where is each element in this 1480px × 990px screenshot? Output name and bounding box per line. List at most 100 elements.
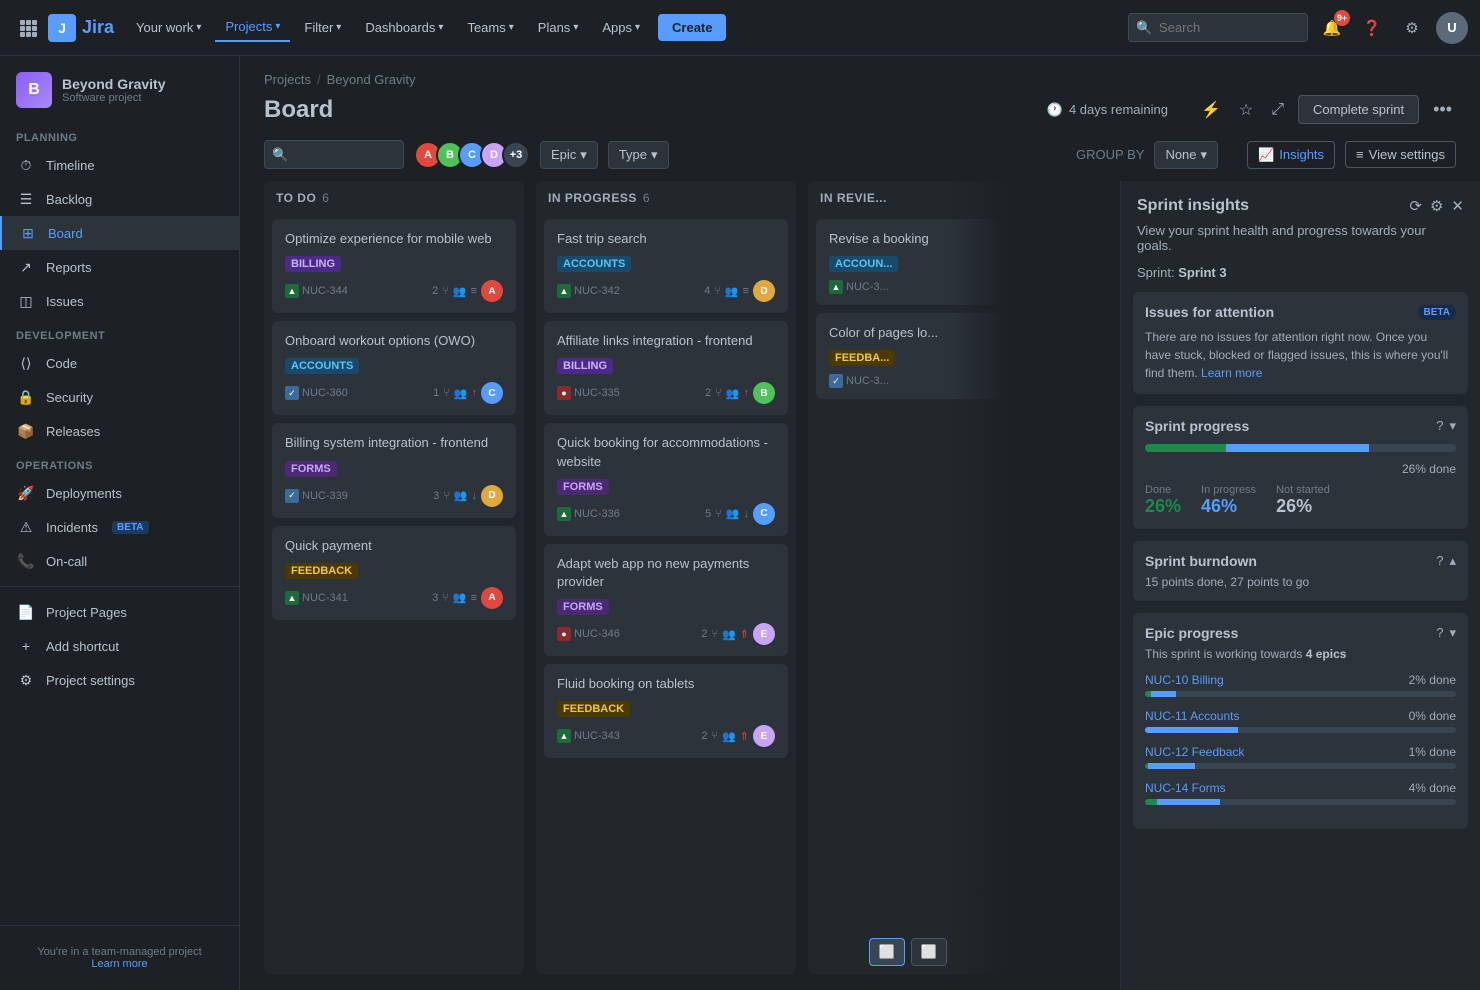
- card-title: Fast trip search: [557, 230, 775, 248]
- page-btn-1[interactable]: ⬜: [869, 938, 905, 966]
- star-button[interactable]: ☆: [1235, 96, 1257, 124]
- card-revise-booking[interactable]: Revise a booking ACCOUN... ▲ NUC-3...: [816, 219, 1000, 305]
- refresh-icon[interactable]: ⟳: [1409, 197, 1422, 215]
- nav-dashboards-label: Dashboards: [365, 20, 435, 35]
- card-nuc344[interactable]: Optimize experience for mobile web BILLI…: [272, 219, 516, 313]
- card-nuc346[interactable]: Adapt web app no new payments provider F…: [544, 544, 788, 656]
- card-title: Optimize experience for mobile web: [285, 230, 503, 248]
- search-input[interactable]: [1128, 13, 1308, 42]
- sidebar-item-releases[interactable]: 📦 Releases: [0, 414, 239, 448]
- card-nuc335[interactable]: Affiliate links integration - frontend B…: [544, 321, 788, 415]
- help-icon: ❓: [1363, 19, 1382, 37]
- epic-item-accounts: NUC-11 Accounts 0% done: [1145, 709, 1456, 733]
- people-icon: 👥: [726, 507, 740, 520]
- insights-button[interactable]: 📈 Insights: [1247, 141, 1335, 169]
- priority-icon: ≡: [743, 285, 749, 297]
- nav-apps[interactable]: Apps ▾: [592, 14, 650, 41]
- sidebar-item-timeline[interactable]: ⏱ Timeline: [0, 148, 239, 182]
- page-btn-2[interactable]: ⬜: [911, 938, 947, 966]
- nav-dashboards[interactable]: Dashboards ▾: [355, 14, 453, 41]
- nav-filter-label: Filter: [304, 20, 333, 35]
- sidebar-item-issues[interactable]: ◫ Issues: [0, 284, 239, 318]
- issue-id: NUC-343: [574, 730, 620, 742]
- epic-filter-button[interactable]: Epic ▾: [540, 141, 598, 169]
- avatar-more[interactable]: +3: [502, 141, 530, 169]
- epic-item-header: NUC-12 Feedback 1% done: [1145, 745, 1456, 759]
- sidebar-item-code[interactable]: ⟨⟩ Code: [0, 346, 239, 380]
- user-avatar[interactable]: U: [1436, 12, 1468, 44]
- lightning-button[interactable]: ⚡: [1197, 96, 1225, 124]
- sidebar-item-board[interactable]: ⊞ Board: [0, 216, 239, 250]
- collapse-icon[interactable]: ▾: [1449, 625, 1456, 641]
- progress-stats: Done 26% In progress 46% Not started 26%: [1145, 484, 1456, 517]
- help-icon[interactable]: ?: [1436, 553, 1443, 569]
- breadcrumb-project[interactable]: Beyond Gravity: [327, 72, 416, 87]
- jira-logo[interactable]: J Jira: [48, 14, 114, 42]
- nav-plans[interactable]: Plans ▾: [528, 14, 589, 41]
- card-meta: 2 ⑂ 👥 ≡ A: [432, 280, 503, 302]
- tag-feedback: FEEDBA...: [829, 350, 895, 366]
- group-none-button[interactable]: None ▾: [1154, 141, 1218, 169]
- sidebar-item-reports[interactable]: ↗ Reports: [0, 250, 239, 284]
- help-icon[interactable]: ?: [1436, 625, 1443, 641]
- nav-your-work[interactable]: Your work ▾: [126, 14, 211, 41]
- story-points: 1: [433, 387, 439, 399]
- notifications-button[interactable]: 🔔 9+: [1316, 12, 1348, 44]
- expand-icon[interactable]: ▴: [1449, 553, 1456, 569]
- card-title: Billing system integration - frontend: [285, 434, 503, 452]
- sidebar-divider: [0, 586, 239, 587]
- card-nuc336[interactable]: Quick booking for accommodations - websi…: [544, 423, 788, 535]
- people-icon: 👥: [725, 285, 739, 298]
- sidebar-item-incidents[interactable]: ⚠ Incidents BETA: [0, 510, 239, 544]
- view-settings-button[interactable]: ≡ View settings: [1345, 141, 1456, 168]
- sidebar-item-deployments[interactable]: 🚀 Deployments: [0, 476, 239, 510]
- card-nuc341[interactable]: Quick payment FEEDBACK ▲ NUC-341 3: [272, 526, 516, 620]
- sidebar-item-backlog[interactable]: ☰ Backlog: [0, 182, 239, 216]
- card-id: ▲ NUC-342: [557, 284, 620, 298]
- nav-filter[interactable]: Filter ▾: [294, 14, 351, 41]
- beta-badge: BETA: [112, 521, 148, 534]
- group-none-label: None: [1165, 147, 1196, 162]
- card-tags: FORMS: [557, 479, 775, 495]
- nav-teams[interactable]: Teams ▾: [457, 14, 523, 41]
- collapse-icon[interactable]: ▾: [1449, 418, 1456, 434]
- grid-menu-button[interactable]: [12, 12, 44, 44]
- epic-link-feedback[interactable]: NUC-12 Feedback: [1145, 745, 1244, 759]
- sidebar-item-oncall[interactable]: 📞 On-call: [0, 544, 239, 578]
- epic-title: Epic progress: [1145, 625, 1238, 641]
- settings-button[interactable]: ⚙: [1396, 12, 1428, 44]
- epic-link-billing[interactable]: NUC-10 Billing: [1145, 673, 1224, 687]
- close-icon[interactable]: ✕: [1451, 197, 1464, 215]
- column-todo: TO DO 6 Optimize experience for mobile w…: [264, 181, 524, 974]
- more-options-button[interactable]: •••: [1429, 95, 1456, 124]
- sidebar-item-add-shortcut[interactable]: + Add shortcut: [0, 629, 239, 663]
- panel-header-icons: ⟳ ⚙ ✕: [1409, 197, 1464, 215]
- panel-settings-icon[interactable]: ⚙: [1430, 197, 1443, 215]
- development-section-label: DEVELOPMENT: [0, 318, 239, 346]
- epic-link-accounts[interactable]: NUC-11 Accounts: [1145, 709, 1239, 723]
- learn-more-link[interactable]: Learn more: [1201, 366, 1262, 380]
- breadcrumb-separator: /: [317, 72, 321, 87]
- sidebar-item-security[interactable]: 🔒 Security: [0, 380, 239, 414]
- fullscreen-button[interactable]: ⤢: [1267, 97, 1288, 123]
- card-nuc360[interactable]: Onboard workout options (OWO) ACCOUNTS ✓…: [272, 321, 516, 415]
- type-filter-button[interactable]: Type ▾: [608, 141, 669, 169]
- complete-sprint-button[interactable]: Complete sprint: [1298, 95, 1419, 124]
- help-button[interactable]: ❓: [1356, 12, 1388, 44]
- sidebar-item-project-settings[interactable]: ⚙ Project settings: [0, 663, 239, 697]
- learn-more-link[interactable]: Learn more: [91, 958, 147, 970]
- epic-link-forms[interactable]: NUC-14 Forms: [1145, 781, 1226, 795]
- epic-pct-billing: 2% done: [1409, 673, 1456, 687]
- sidebar-item-project-pages[interactable]: 📄 Project Pages: [0, 595, 239, 629]
- priority-icon: ↑: [472, 387, 478, 399]
- toolbar-right: GROUP BY None ▾ 📈 Insights ≡ View settin…: [1076, 141, 1456, 169]
- breadcrumb-projects[interactable]: Projects: [264, 72, 311, 87]
- panel-title: Sprint insights: [1137, 197, 1249, 215]
- create-button[interactable]: Create: [658, 14, 726, 41]
- help-icon[interactable]: ?: [1436, 418, 1443, 434]
- card-nuc342[interactable]: Fast trip search ACCOUNTS ▲ NUC-342: [544, 219, 788, 313]
- card-nuc343[interactable]: Fluid booking on tablets FEEDBACK ▲ NUC-…: [544, 664, 788, 758]
- card-nuc339[interactable]: Billing system integration - frontend FO…: [272, 423, 516, 517]
- nav-projects[interactable]: Projects ▾: [215, 13, 290, 42]
- card-color-pages[interactable]: Color of pages lo... FEEDBA... ✓ NUC-3..…: [816, 313, 1000, 399]
